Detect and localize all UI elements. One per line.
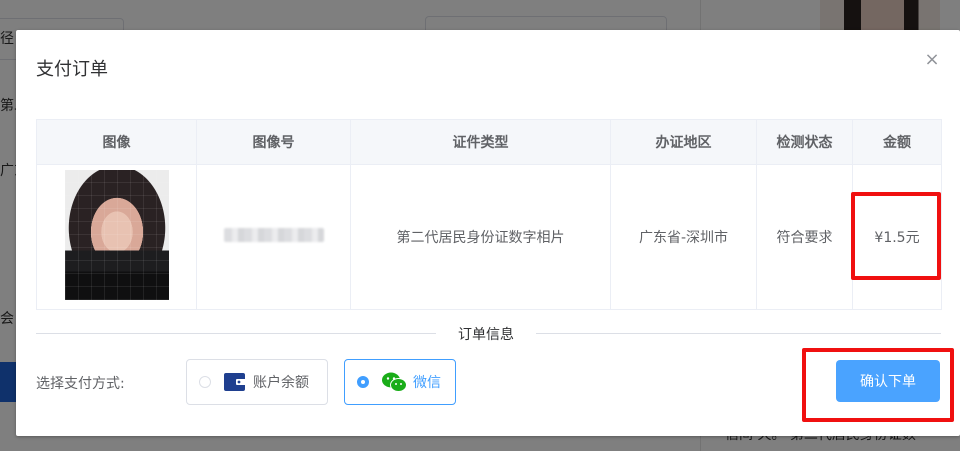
column-header: 证件类型 [350,119,611,165]
confirm-order-button[interactable]: 确认下单 [836,360,940,402]
wallet-icon [224,373,246,391]
status-cell: 符合要求 [756,164,853,310]
payment-option-label: 微信 [413,375,441,391]
column-header: 检测状态 [756,119,853,165]
divider-line [536,333,941,334]
column-header: 图像号 [196,119,351,165]
image-number-blurred [223,228,324,242]
divider-line [36,333,436,334]
column-header: 金额 [852,119,942,165]
region-cell: 广东省-深圳市 [610,164,757,310]
order-table: 图像 图像号 证件类型 办证地区 检测状态 金额 第二代居民身份证数字相片 广东… [36,119,942,310]
payment-option-balance[interactable]: 账户余额 [186,359,328,405]
dialog-title: 支付订单 [36,59,108,80]
id-type-cell: 第二代居民身份证数字相片 [350,164,611,310]
radio-button[interactable] [199,376,211,388]
close-icon[interactable]: × [922,50,942,70]
radio-button[interactable] [357,376,369,388]
column-header: 办证地区 [610,119,757,165]
pay-order-dialog: 支付订单 × 图像 图像号 证件类型 办证地区 检测状态 金额 第二代居民身份证… [16,30,960,436]
payment-option-wechat[interactable]: 微信 [344,359,456,405]
image-number-cell [196,164,351,310]
amount-cell: ¥1.5元 [852,164,942,310]
order-info-label: 订单信息 [446,324,526,344]
wechat-icon [382,372,407,392]
id-photo [64,170,169,300]
photo-cell [36,164,197,310]
table-row: 第二代居民身份证数字相片 广东省-深圳市 符合要求 ¥1.5元 [36,164,942,310]
payment-method-label: 选择支付方式: [36,376,125,392]
payment-option-label: 账户余额 [253,375,309,391]
table-header-row: 图像 图像号 证件类型 办证地区 检测状态 金额 [36,119,942,165]
column-header: 图像 [36,119,197,165]
